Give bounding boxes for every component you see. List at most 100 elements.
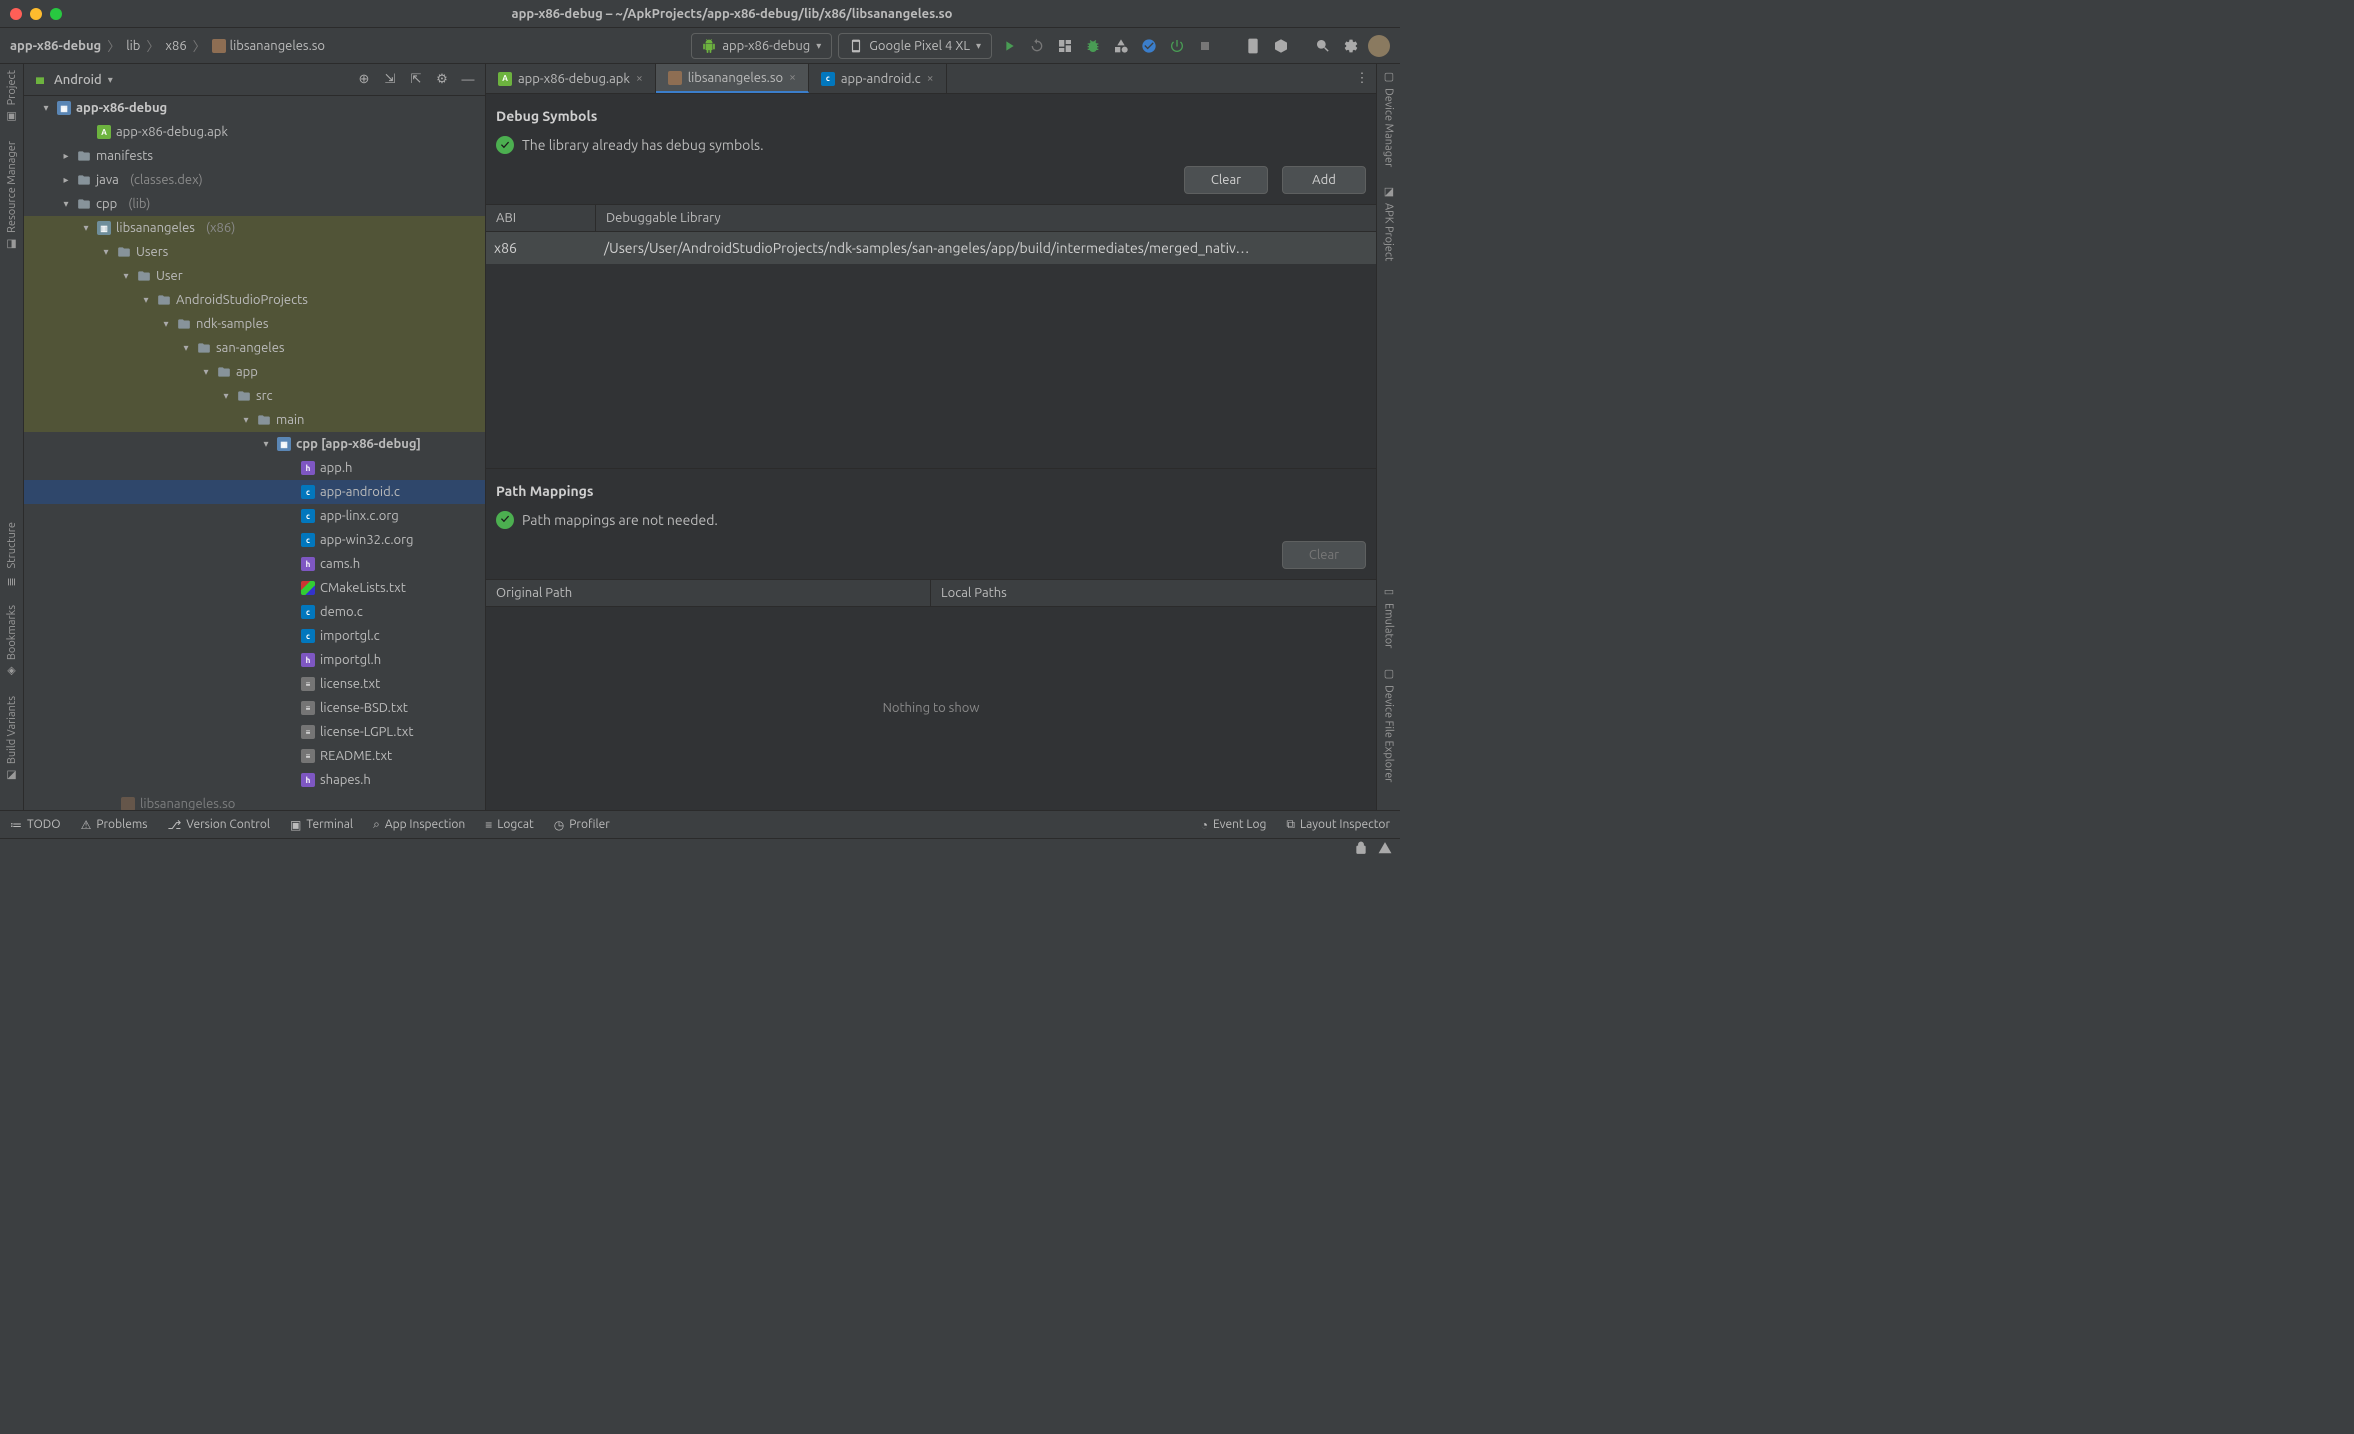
tool-bookmarks[interactable]: ◈Bookmarks [5,605,19,678]
cell-abi: x86 [486,232,596,264]
tree-file[interactable]: ≡README.txt [24,744,485,768]
android-icon [32,72,48,88]
tree-node[interactable]: ▾san-angeles [24,336,485,360]
table-row[interactable]: x86 /Users/User/AndroidStudioProjects/nd… [486,232,1376,264]
tree-node[interactable]: ▾ndk-samples [24,312,485,336]
tree-file[interactable]: capp-linx.c.org [24,504,485,528]
project-tree[interactable]: ▾▦app-x86-debug Aapp-x86-debug.apk ▸mani… [24,96,485,810]
tool-device-manager[interactable]: ▢Device Manager [1382,70,1396,167]
column-original-path[interactable]: Original Path [486,580,931,606]
tool-terminal[interactable]: ▣Terminal [290,818,353,832]
tool-todo[interactable]: ≔TODO [10,818,61,832]
search-icon[interactable] [1312,35,1334,57]
tree-node[interactable]: ▾main [24,408,485,432]
tree-file[interactable]: himportgl.h [24,648,485,672]
tool-structure[interactable]: ≣Structure [5,522,19,587]
breadcrumb-item[interactable]: x86 [165,39,186,53]
minimize-window[interactable] [30,8,42,20]
tool-version-control[interactable]: ⎇Version Control [167,818,270,832]
column-abi[interactable]: ABI [486,205,596,231]
tool-resource-manager[interactable]: ◧Resource Manager [5,141,19,251]
tree-node[interactable]: ▾cpp (lib) [24,192,485,216]
settings-gear-icon[interactable] [1340,35,1362,57]
tool-emulator[interactable]: ▭Emulator [1382,585,1396,648]
path-mappings-status: ✓ Path mappings are not needed. [486,507,1376,541]
alert-icon[interactable] [1378,841,1392,858]
close-tab-icon[interactable]: × [927,72,934,85]
device-combo[interactable]: Google Pixel 4 XL ▾ [838,33,992,59]
options-gear-icon[interactable]: ⚙ [433,71,451,89]
coverage-icon[interactable] [1110,35,1132,57]
attach-debugger-icon[interactable] [1166,35,1188,57]
tree-node[interactable]: ▾▦cpp [app-x86-debug] [24,432,485,456]
navigation-bar: app-x86-debug 〉 lib 〉 x86 〉 libsanangele… [0,28,1400,64]
tool-profiler[interactable]: ◷Profiler [554,818,610,832]
tool-layout-inspector[interactable]: ⧉Layout Inspector [1286,818,1390,832]
project-panel-header: Android ▾ ⊕ ⇲ ⇱ ⚙ — [24,64,485,96]
tool-event-log[interactable]: ◔Event Log [1201,818,1267,832]
tool-project[interactable]: ▣Project [5,70,19,123]
tree-node[interactable]: ▸java (classes.dex) [24,168,485,192]
tree-node[interactable]: ▾app [24,360,485,384]
locate-icon[interactable]: ⊕ [355,71,373,89]
user-avatar[interactable] [1368,35,1390,57]
tree-file[interactable]: hcams.h [24,552,485,576]
tree-file[interactable]: libsanangeles.so [24,792,485,810]
tree-node[interactable]: ▾▦app-x86-debug [24,96,485,120]
editor-tab[interactable]: c app-android.c × [809,64,947,93]
sdk-manager-icon[interactable] [1270,35,1292,57]
tool-build-variants[interactable]: ◩Build Variants [5,696,19,782]
tree-node[interactable]: ▾AndroidStudioProjects [24,288,485,312]
close-tab-icon[interactable]: × [636,72,643,85]
apply-changes-icon[interactable] [1054,35,1076,57]
maximize-window[interactable] [50,8,62,20]
column-debuggable-library[interactable]: Debuggable Library [596,205,1376,231]
device-manager-icon[interactable] [1242,35,1264,57]
breadcrumb-item[interactable]: libsanangeles.so [212,39,325,53]
add-button[interactable]: Add [1282,166,1366,194]
tree-file[interactable]: cimportgl.c [24,624,485,648]
project-scope-selector[interactable]: Android ▾ [32,72,113,88]
debug-button[interactable] [1082,35,1104,57]
run-config-combo[interactable]: app-x86-debug ▾ [691,33,832,59]
editor-tab[interactable]: A app-x86-debug.apk × [486,64,656,93]
clear-button[interactable]: Clear [1184,166,1268,194]
hide-panel-icon[interactable]: — [459,71,477,89]
rerun-icon[interactable] [1026,35,1048,57]
column-local-paths[interactable]: Local Paths [931,580,1376,606]
tree-node[interactable]: ▾Users [24,240,485,264]
expand-all-icon[interactable]: ⇲ [381,71,399,89]
collapse-all-icon[interactable]: ⇱ [407,71,425,89]
tool-problems[interactable]: ⚠Problems [81,818,148,832]
tool-app-inspection[interactable]: ⌕App Inspection [373,818,465,832]
tree-file[interactable]: ≡license-LGPL.txt [24,720,485,744]
profiler-icon[interactable] [1138,35,1160,57]
path-mappings-table-header: Original Path Local Paths [486,579,1376,607]
close-window[interactable] [10,8,22,20]
tree-file[interactable]: cdemo.c [24,600,485,624]
chevron-down-icon: ▾ [816,40,821,52]
tree-file-selected[interactable]: capp-android.c [24,480,485,504]
breadcrumb-item[interactable]: lib [126,39,140,53]
tree-file[interactable]: hshapes.h [24,768,485,792]
tree-file[interactable]: capp-win32.c.org [24,528,485,552]
tree-file[interactable]: CMakeLists.txt [24,576,485,600]
run-button[interactable] [998,35,1020,57]
close-tab-icon[interactable]: × [789,71,796,84]
tree-node[interactable]: Aapp-x86-debug.apk [24,120,485,144]
tool-device-file-explorer[interactable]: ▢Device File Explorer [1382,667,1396,782]
tree-file[interactable]: ≡license-BSD.txt [24,696,485,720]
tree-file[interactable]: ≡license.txt [24,672,485,696]
editor-tab-active[interactable]: libsanangeles.so × [656,64,809,93]
lock-icon[interactable] [1354,841,1368,858]
tree-node[interactable]: ▾▥libsanangeles (x86) [24,216,485,240]
tree-node[interactable]: ▾src [24,384,485,408]
stop-button[interactable] [1194,35,1216,57]
tree-file[interactable]: happ.h [24,456,485,480]
tool-logcat[interactable]: ≡Logcat [485,818,533,832]
tab-overflow-menu-icon[interactable]: ⋮ [1348,64,1376,93]
breadcrumb-item[interactable]: app-x86-debug [10,39,101,53]
tree-node[interactable]: ▾User [24,264,485,288]
tree-node[interactable]: ▸manifests [24,144,485,168]
tool-apk-project[interactable]: ◪APK Project [1382,185,1396,261]
